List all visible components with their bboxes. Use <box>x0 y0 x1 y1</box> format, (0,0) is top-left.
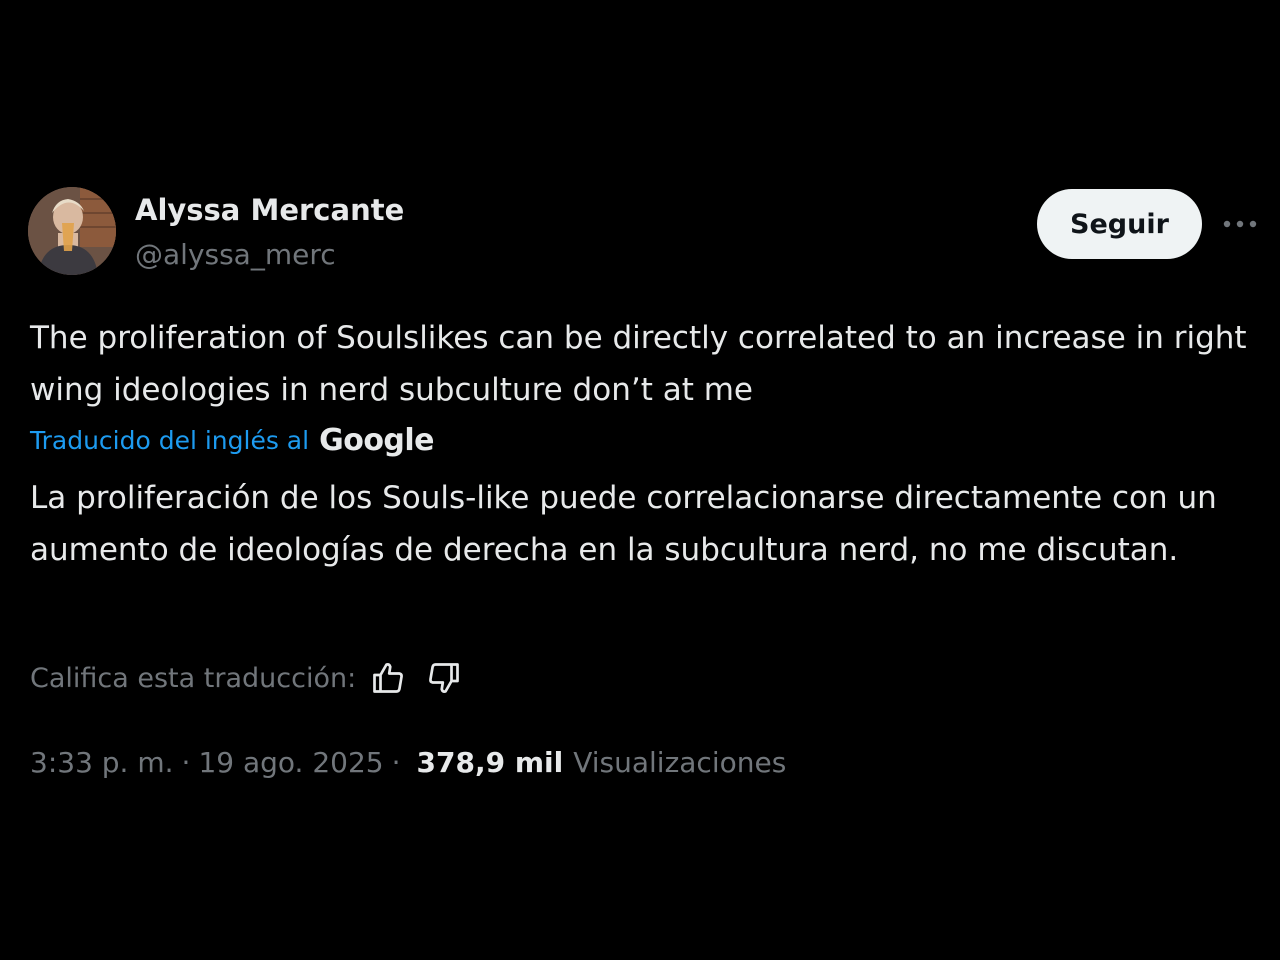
author-handle[interactable]: @alyssa_merc <box>135 238 336 271</box>
avatar[interactable] <box>28 187 116 275</box>
tweet-time[interactable]: 3:33 p. m. <box>30 746 174 779</box>
thumbs-up-icon[interactable] <box>370 660 406 696</box>
tweet: Alyssa Mercante @alyssa_merc Seguir The … <box>0 0 1280 960</box>
translated-from-link[interactable]: Traducido del inglés al <box>30 426 309 455</box>
thumbs-down-icon[interactable] <box>426 660 462 696</box>
separator: · <box>391 745 401 779</box>
separator: · <box>181 745 191 779</box>
avatar-photo-icon <box>28 187 116 275</box>
views-label: Visualizaciones <box>573 745 787 779</box>
follow-button[interactable]: Seguir <box>1037 189 1202 259</box>
author-name[interactable]: Alyssa Mercante <box>135 193 404 227</box>
google-logo: Google <box>319 422 435 458</box>
translation-attribution: Traducido del inglés al Google <box>30 418 435 462</box>
tweet-date[interactable]: 19 ago. 2025 <box>198 746 383 779</box>
tweet-text: The proliferation of Soulslikes can be d… <box>30 320 1247 408</box>
tweet-metadata: 3:33 p. m. · 19 ago. 2025 · 378,9 mil Vi… <box>30 740 786 784</box>
views-count: 378,9 mil <box>416 745 564 779</box>
rate-translation: Califica esta traducción: <box>30 656 462 700</box>
rate-translation-label: Califica esta traducción: <box>30 662 357 694</box>
translated-text: La proliferación de los Souls-like puede… <box>30 480 1217 568</box>
more-horizontal-icon[interactable] <box>1218 208 1262 240</box>
